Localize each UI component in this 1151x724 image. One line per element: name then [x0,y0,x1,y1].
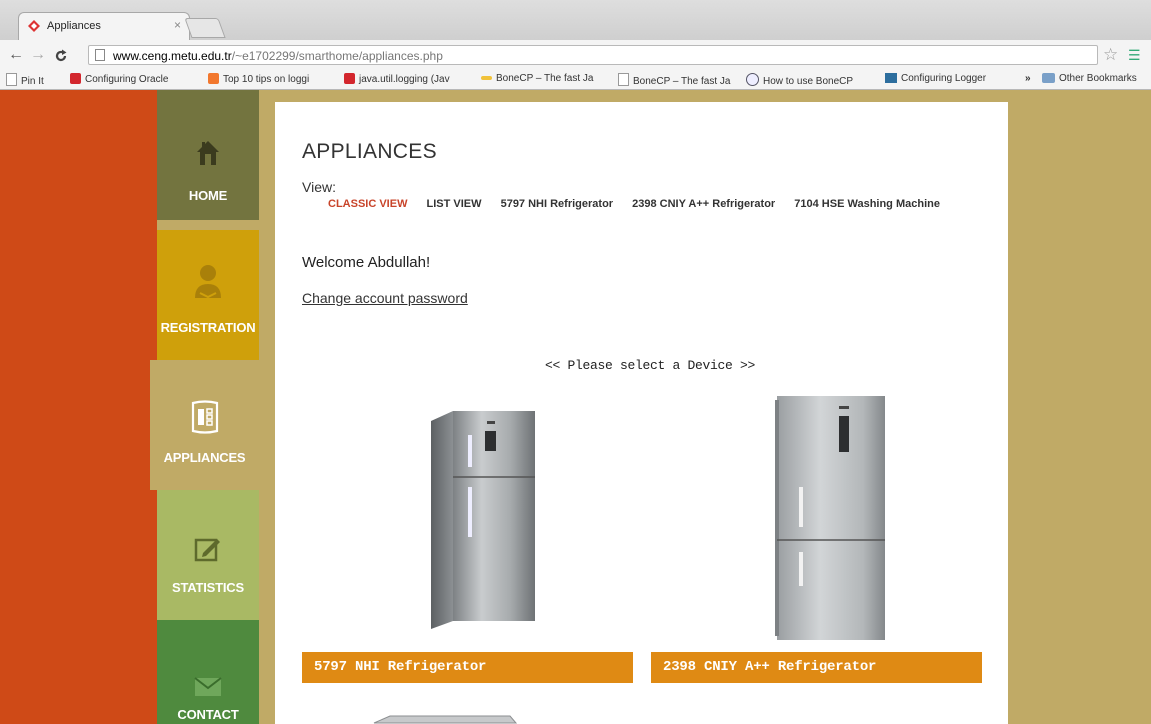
site-favicon-icon [28,20,40,32]
select-device-prompt: << Please select a Device >> [545,358,756,373]
nav-contact[interactable]: CONTACT [157,620,259,724]
bookmark-item[interactable]: Top 10 tips on loggi [208,73,309,85]
view-link-device[interactable]: 2398 CNIY A++ Refrigerator [632,198,775,210]
bookmarks-overflow-icon[interactable]: » [1025,73,1031,84]
nav-appliances[interactable]: APPLIANCES [150,360,259,490]
forward-icon[interactable]: → [30,46,46,64]
extension-icon[interactable]: ☰ [1128,47,1141,64]
web-page: HOME REGISTRATION APPLIANCES STATISTICS [0,90,1151,724]
bookmark-item[interactable]: Configuring Oracle [70,73,168,85]
device-card-title[interactable]: 5797 NHI Refrigerator [302,652,633,683]
appliance-remote-icon [191,400,218,434]
url-text: www.ceng.metu.edu.tr/~e1702299/smarthome… [113,49,443,63]
change-password-link[interactable]: Change account password [302,290,468,306]
page-icon [95,49,105,61]
bookmarks-bar: Pin It Configuring Oracle Top 10 tips on… [0,70,1151,90]
pencil-edit-icon [194,538,220,562]
page-title: APPLIANCES [302,140,437,163]
washing-machine-image[interactable] [370,714,520,724]
browser-tabstrip: Appliances × [0,0,1151,40]
bookmark-item[interactable]: How to use BoneCP [746,73,853,87]
address-bar[interactable]: www.ceng.metu.edu.tr/~e1702299/smarthome… [88,45,1098,65]
bookmark-star-icon[interactable]: ☆ [1103,45,1118,65]
bookmark-item[interactable]: java.util.logging (Jav [344,73,450,85]
reload-icon[interactable] [54,49,68,63]
view-links: CLASSIC VIEW LIST VIEW 5797 NHI Refriger… [328,198,956,210]
nav-home[interactable]: HOME [157,90,259,220]
view-link-device[interactable]: 5797 NHI Refrigerator [501,198,614,210]
view-link-list[interactable]: LIST VIEW [427,198,482,210]
house-icon [197,141,219,165]
back-icon[interactable]: ← [8,46,24,64]
new-tab-button[interactable] [184,18,226,38]
refrigerator-image[interactable] [771,392,899,644]
user-icon [195,265,221,299]
device-card-title[interactable]: 2398 CNIY A++ Refrigerator [651,652,982,683]
bookmark-item[interactable]: BoneCP – The fast Ja [618,73,730,87]
bookmark-item[interactable]: Pin It [6,73,44,87]
view-link-classic[interactable]: CLASSIC VIEW [328,198,407,210]
refrigerator-image[interactable] [423,407,538,635]
welcome-message: Welcome Abdullah! [302,254,431,271]
bookmark-folder[interactable]: Other Bookmarks [1042,73,1137,84]
envelope-icon [194,677,222,696]
nav-registration[interactable]: REGISTRATION [157,230,259,360]
tab-title: Appliances [47,20,101,32]
tab-close-icon[interactable]: × [174,18,181,32]
nav-statistics[interactable]: STATISTICS [157,490,259,620]
view-link-device[interactable]: 7104 HSE Washing Machine [794,198,940,210]
left-decor-strip [0,90,157,724]
view-label: View: [302,179,336,195]
bookmark-item[interactable]: BoneCP – The fast Ja [481,73,593,84]
browser-tab[interactable]: Appliances × [18,12,190,40]
main-content: APPLIANCES View: CLASSIC VIEW LIST VIEW … [275,102,1008,724]
bookmark-item[interactable]: Configuring Logger [885,73,986,84]
